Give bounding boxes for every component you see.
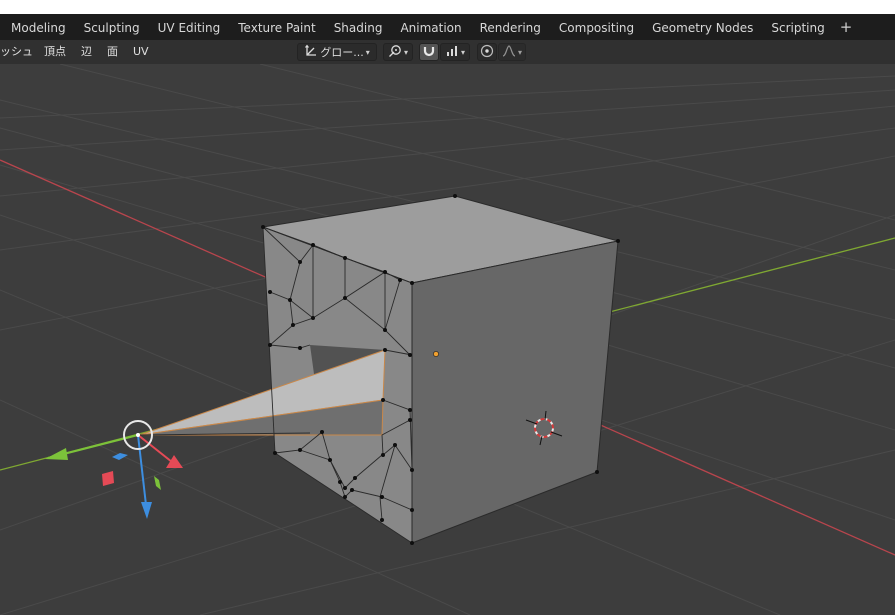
workspace-tab-bar: Modeling Sculpting UV Editing Texture Pa… <box>0 14 895 40</box>
tab-animation[interactable]: Animation <box>391 14 470 40</box>
snap-target-dropdown[interactable]: ▾ <box>440 43 470 61</box>
proportional-editing-icon <box>480 44 494 61</box>
tab-sculpting[interactable]: Sculpting <box>75 14 149 40</box>
tab-modeling[interactable]: Modeling <box>0 14 75 40</box>
transform-orientation-value: グロー... <box>320 46 364 59</box>
tab-shading[interactable]: Shading <box>325 14 392 40</box>
menu-vertex[interactable]: 頂点 <box>44 40 66 64</box>
proportional-falloff-dropdown[interactable]: ▾ <box>498 43 526 61</box>
menu-face[interactable]: 面 <box>107 40 118 64</box>
chevron-down-icon: ▾ <box>460 47 465 57</box>
viewport-header: ッシュ 頂点 辺 面 UV グロー... ▾ ▾ ▾ ▾ <box>0 40 895 64</box>
chevron-down-icon: ▾ <box>517 47 522 57</box>
3d-viewport[interactable] <box>0 64 895 615</box>
transform-orientation-icon <box>304 44 318 61</box>
tab-geometry-nodes[interactable]: Geometry Nodes <box>643 14 762 40</box>
snap-increment-icon <box>445 44 459 61</box>
menu-uv[interactable]: UV <box>133 40 149 64</box>
gizmo-center[interactable] <box>136 433 140 437</box>
pivot-point-icon <box>388 44 402 61</box>
transform-orientation-dropdown[interactable]: グロー... ▾ <box>297 43 377 61</box>
chevron-down-icon: ▾ <box>365 47 370 57</box>
menu-edge[interactable]: 辺 <box>81 40 92 64</box>
window-top-strip <box>0 0 895 14</box>
tab-uv-editing[interactable]: UV Editing <box>149 14 230 40</box>
falloff-curve-icon <box>502 44 516 61</box>
object-origin-icon <box>433 351 439 357</box>
tab-scripting[interactable]: Scripting <box>762 14 833 40</box>
tab-rendering[interactable]: Rendering <box>471 14 550 40</box>
chevron-down-icon: ▾ <box>403 47 408 57</box>
tab-compositing[interactable]: Compositing <box>550 14 643 40</box>
proportional-editing-toggle[interactable] <box>477 43 497 61</box>
menu-mesh[interactable]: ッシュ <box>0 40 33 64</box>
magnet-icon <box>422 44 436 61</box>
pivot-point-dropdown[interactable]: ▾ <box>383 43 413 61</box>
snap-toggle[interactable] <box>419 43 439 61</box>
tab-texture-paint[interactable]: Texture Paint <box>229 14 324 40</box>
add-workspace-button[interactable]: + <box>834 14 859 40</box>
